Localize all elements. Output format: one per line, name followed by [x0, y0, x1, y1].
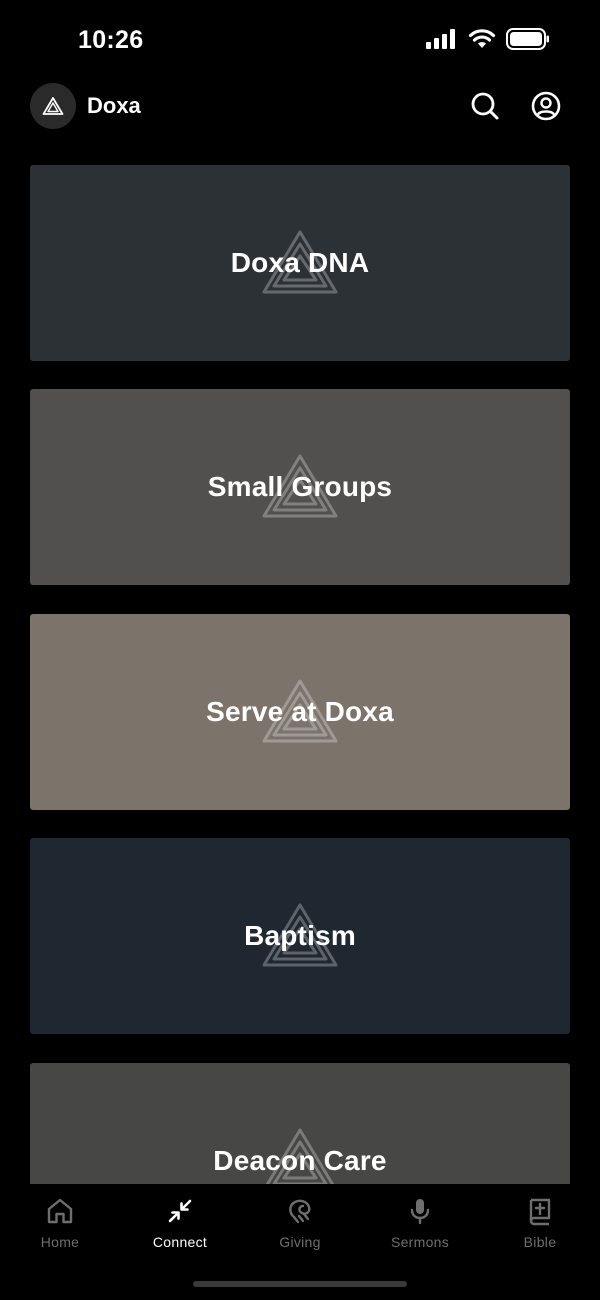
status-bar: 10:26: [0, 0, 600, 80]
connect-list: Doxa DNA Small Groups Serve at Doxa Bapt…: [0, 132, 600, 1184]
tab-giving[interactable]: Giving: [240, 1194, 360, 1254]
card-small-groups[interactable]: Small Groups: [30, 389, 570, 585]
tab-connect[interactable]: Connect: [120, 1194, 240, 1254]
tab-label: Home: [40, 1234, 80, 1250]
cellular-signal-icon: [426, 29, 455, 49]
microphone-icon: [410, 1199, 430, 1225]
card-serve-at-doxa[interactable]: Serve at Doxa: [30, 614, 570, 810]
wifi-icon: [468, 29, 496, 48]
connect-arrows-icon: [168, 1199, 192, 1223]
tab-label: Bible: [523, 1234, 557, 1250]
card-label: Serve at Doxa: [206, 696, 394, 727]
tab-sermons[interactable]: Sermons: [360, 1194, 480, 1254]
search-icon: [471, 92, 499, 120]
card-baptism[interactable]: Baptism: [30, 838, 570, 1034]
card-doxa-dna[interactable]: Doxa DNA: [30, 165, 570, 361]
card-label: Baptism: [244, 920, 356, 951]
card-label: Small Groups: [207, 471, 393, 502]
app-logo[interactable]: [30, 83, 76, 129]
search-button[interactable]: [467, 88, 503, 124]
status-icons: [426, 28, 550, 50]
app-header: Doxa: [0, 80, 600, 132]
profile-button[interactable]: [528, 88, 564, 124]
giving-icon: [289, 1199, 311, 1224]
tab-label: Connect: [152, 1234, 208, 1250]
battery-icon: [506, 28, 549, 50]
card-deacon-care[interactable]: Deacon Care: [30, 1063, 570, 1184]
tab-label: Giving: [279, 1234, 321, 1250]
home-indicator[interactable]: [193, 1281, 407, 1287]
triangle-logo-icon: [42, 97, 64, 115]
tab-home[interactable]: Home: [0, 1194, 120, 1254]
card-label: Doxa DNA: [230, 247, 370, 278]
card-label: Deacon Care: [213, 1145, 387, 1176]
app-title: Doxa: [87, 93, 141, 118]
bible-icon: [529, 1198, 551, 1226]
status-time: 10:26: [78, 26, 144, 54]
home-icon: [47, 1198, 73, 1224]
user-circle-icon: [531, 91, 561, 121]
tab-label: Sermons: [390, 1234, 450, 1250]
tab-bible[interactable]: Bible: [480, 1194, 600, 1254]
